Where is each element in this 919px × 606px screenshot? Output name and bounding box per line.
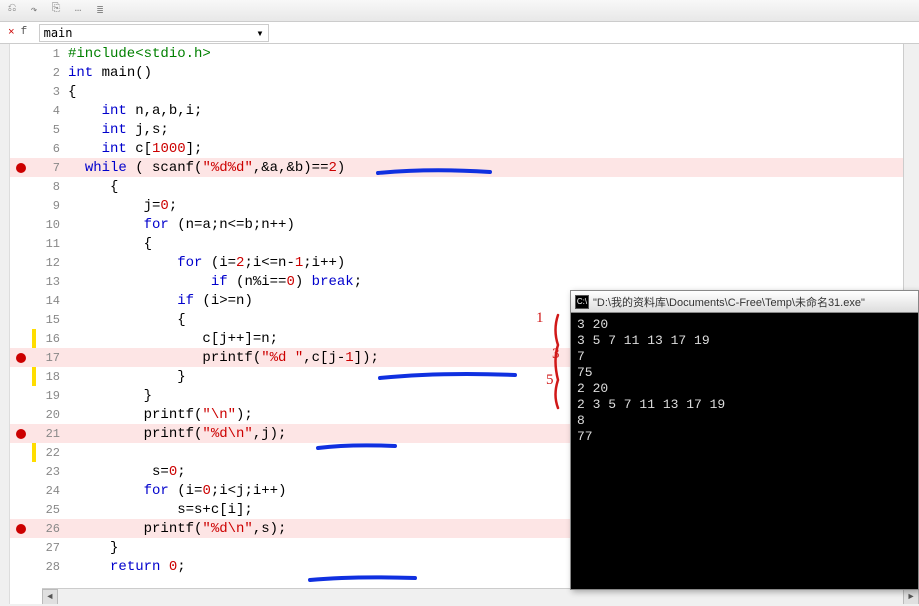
horizontal-scrollbar[interactable]: ◄► <box>42 588 919 604</box>
code-text[interactable]: { <box>68 179 919 195</box>
line-number: 22 <box>36 446 68 460</box>
code-text[interactable]: while ( scanf("%d%d",&a,&b)==2) <box>68 160 919 176</box>
toolbar: ⎌ ↷ ⎘ … ≣ <box>0 0 919 22</box>
console-output: 3 20 3 5 7 11 13 17 19 7 75 2 20 2 3 5 7… <box>571 313 918 449</box>
gutter[interactable] <box>10 163 32 173</box>
line-number: 20 <box>36 408 68 422</box>
chevron-down-icon: ▾ <box>256 26 263 40</box>
breakpoint-icon[interactable] <box>16 353 26 363</box>
function-bar: × f main ▾ <box>0 22 919 44</box>
console-window: C:\ "D:\我的资料库\Documents\C-Free\Temp\未命名3… <box>570 290 919 590</box>
code-line[interactable]: 5 int j,s; <box>10 120 919 139</box>
line-number: 21 <box>36 427 68 441</box>
code-line[interactable]: 4 int n,a,b,i; <box>10 101 919 120</box>
gutter[interactable] <box>10 524 32 534</box>
code-text[interactable]: int n,a,b,i; <box>68 103 919 119</box>
close-icon[interactable]: × <box>6 25 17 41</box>
line-number: 14 <box>36 294 68 308</box>
code-text[interactable]: #include<stdio.h> <box>68 46 919 62</box>
line-number: 17 <box>36 351 68 365</box>
toolbar-icon[interactable]: ≣ <box>92 3 108 19</box>
line-number: 8 <box>36 180 68 194</box>
code-text[interactable]: j=0; <box>68 198 919 214</box>
line-number: 15 <box>36 313 68 327</box>
code-text[interactable]: int main() <box>68 65 919 81</box>
line-number: 4 <box>36 104 68 118</box>
gutter[interactable] <box>10 353 32 363</box>
code-text[interactable]: { <box>68 84 919 100</box>
console-icon: C:\ <box>575 295 589 309</box>
code-line[interactable]: 10 for (n=a;n<=b;n++) <box>10 215 919 234</box>
code-line[interactable]: 11 { <box>10 234 919 253</box>
code-line[interactable]: 9 j=0; <box>10 196 919 215</box>
code-text[interactable]: int c[1000]; <box>68 141 919 157</box>
code-line[interactable]: 8 { <box>10 177 919 196</box>
breakpoint-icon[interactable] <box>16 163 26 173</box>
function-icon: f <box>21 26 35 40</box>
line-number: 25 <box>36 503 68 517</box>
scroll-right-icon[interactable]: ► <box>903 589 919 604</box>
code-line[interactable]: 2int main() <box>10 63 919 82</box>
code-line[interactable]: 6 int c[1000]; <box>10 139 919 158</box>
line-number: 19 <box>36 389 68 403</box>
code-line[interactable]: 12 for (i=2;i<=n-1;i++) <box>10 253 919 272</box>
code-line[interactable]: 13 if (n%i==0) break; <box>10 272 919 291</box>
function-dropdown[interactable]: main ▾ <box>39 24 269 42</box>
console-titlebar[interactable]: C:\ "D:\我的资料库\Documents\C-Free\Temp\未命名3… <box>571 291 918 313</box>
line-number: 9 <box>36 199 68 213</box>
code-line[interactable]: 7 while ( scanf("%d%d",&a,&b)==2) <box>10 158 919 177</box>
line-number: 5 <box>36 123 68 137</box>
line-number: 18 <box>36 370 68 384</box>
gutter[interactable] <box>10 429 32 439</box>
left-margin <box>0 44 10 604</box>
console-title-text: "D:\我的资料库\Documents\C-Free\Temp\未命名31.ex… <box>593 294 865 310</box>
line-number: 10 <box>36 218 68 232</box>
line-number: 6 <box>36 142 68 156</box>
code-text[interactable]: for (i=2;i<=n-1;i++) <box>68 255 919 271</box>
line-number: 2 <box>36 66 68 80</box>
line-number: 24 <box>36 484 68 498</box>
code-line[interactable]: 1#include<stdio.h> <box>10 44 919 63</box>
redo-icon[interactable]: ↷ <box>26 3 42 19</box>
code-line[interactable]: 3{ <box>10 82 919 101</box>
breakpoint-icon[interactable] <box>16 524 26 534</box>
line-number: 23 <box>36 465 68 479</box>
code-text[interactable]: for (n=a;n<=b;n++) <box>68 217 919 233</box>
breakpoint-icon[interactable] <box>16 429 26 439</box>
line-number: 7 <box>36 161 68 175</box>
line-number: 16 <box>36 332 68 346</box>
line-number: 27 <box>36 541 68 555</box>
line-number: 12 <box>36 256 68 270</box>
code-text[interactable]: { <box>68 236 919 252</box>
undo-icon[interactable]: ⎌ <box>4 3 20 19</box>
line-number: 28 <box>36 560 68 574</box>
code-text[interactable]: int j,s; <box>68 122 919 138</box>
toolbar-icon[interactable]: … <box>70 3 86 19</box>
code-text[interactable]: if (n%i==0) break; <box>68 274 919 290</box>
line-number: 26 <box>36 522 68 536</box>
line-number: 13 <box>36 275 68 289</box>
function-name: main <box>44 26 73 40</box>
scroll-left-icon[interactable]: ◄ <box>42 589 58 604</box>
line-number: 1 <box>36 47 68 61</box>
toolbar-icon[interactable]: ⎘ <box>48 3 64 19</box>
line-number: 11 <box>36 237 68 251</box>
scroll-track[interactable] <box>58 589 903 604</box>
line-number: 3 <box>36 85 68 99</box>
